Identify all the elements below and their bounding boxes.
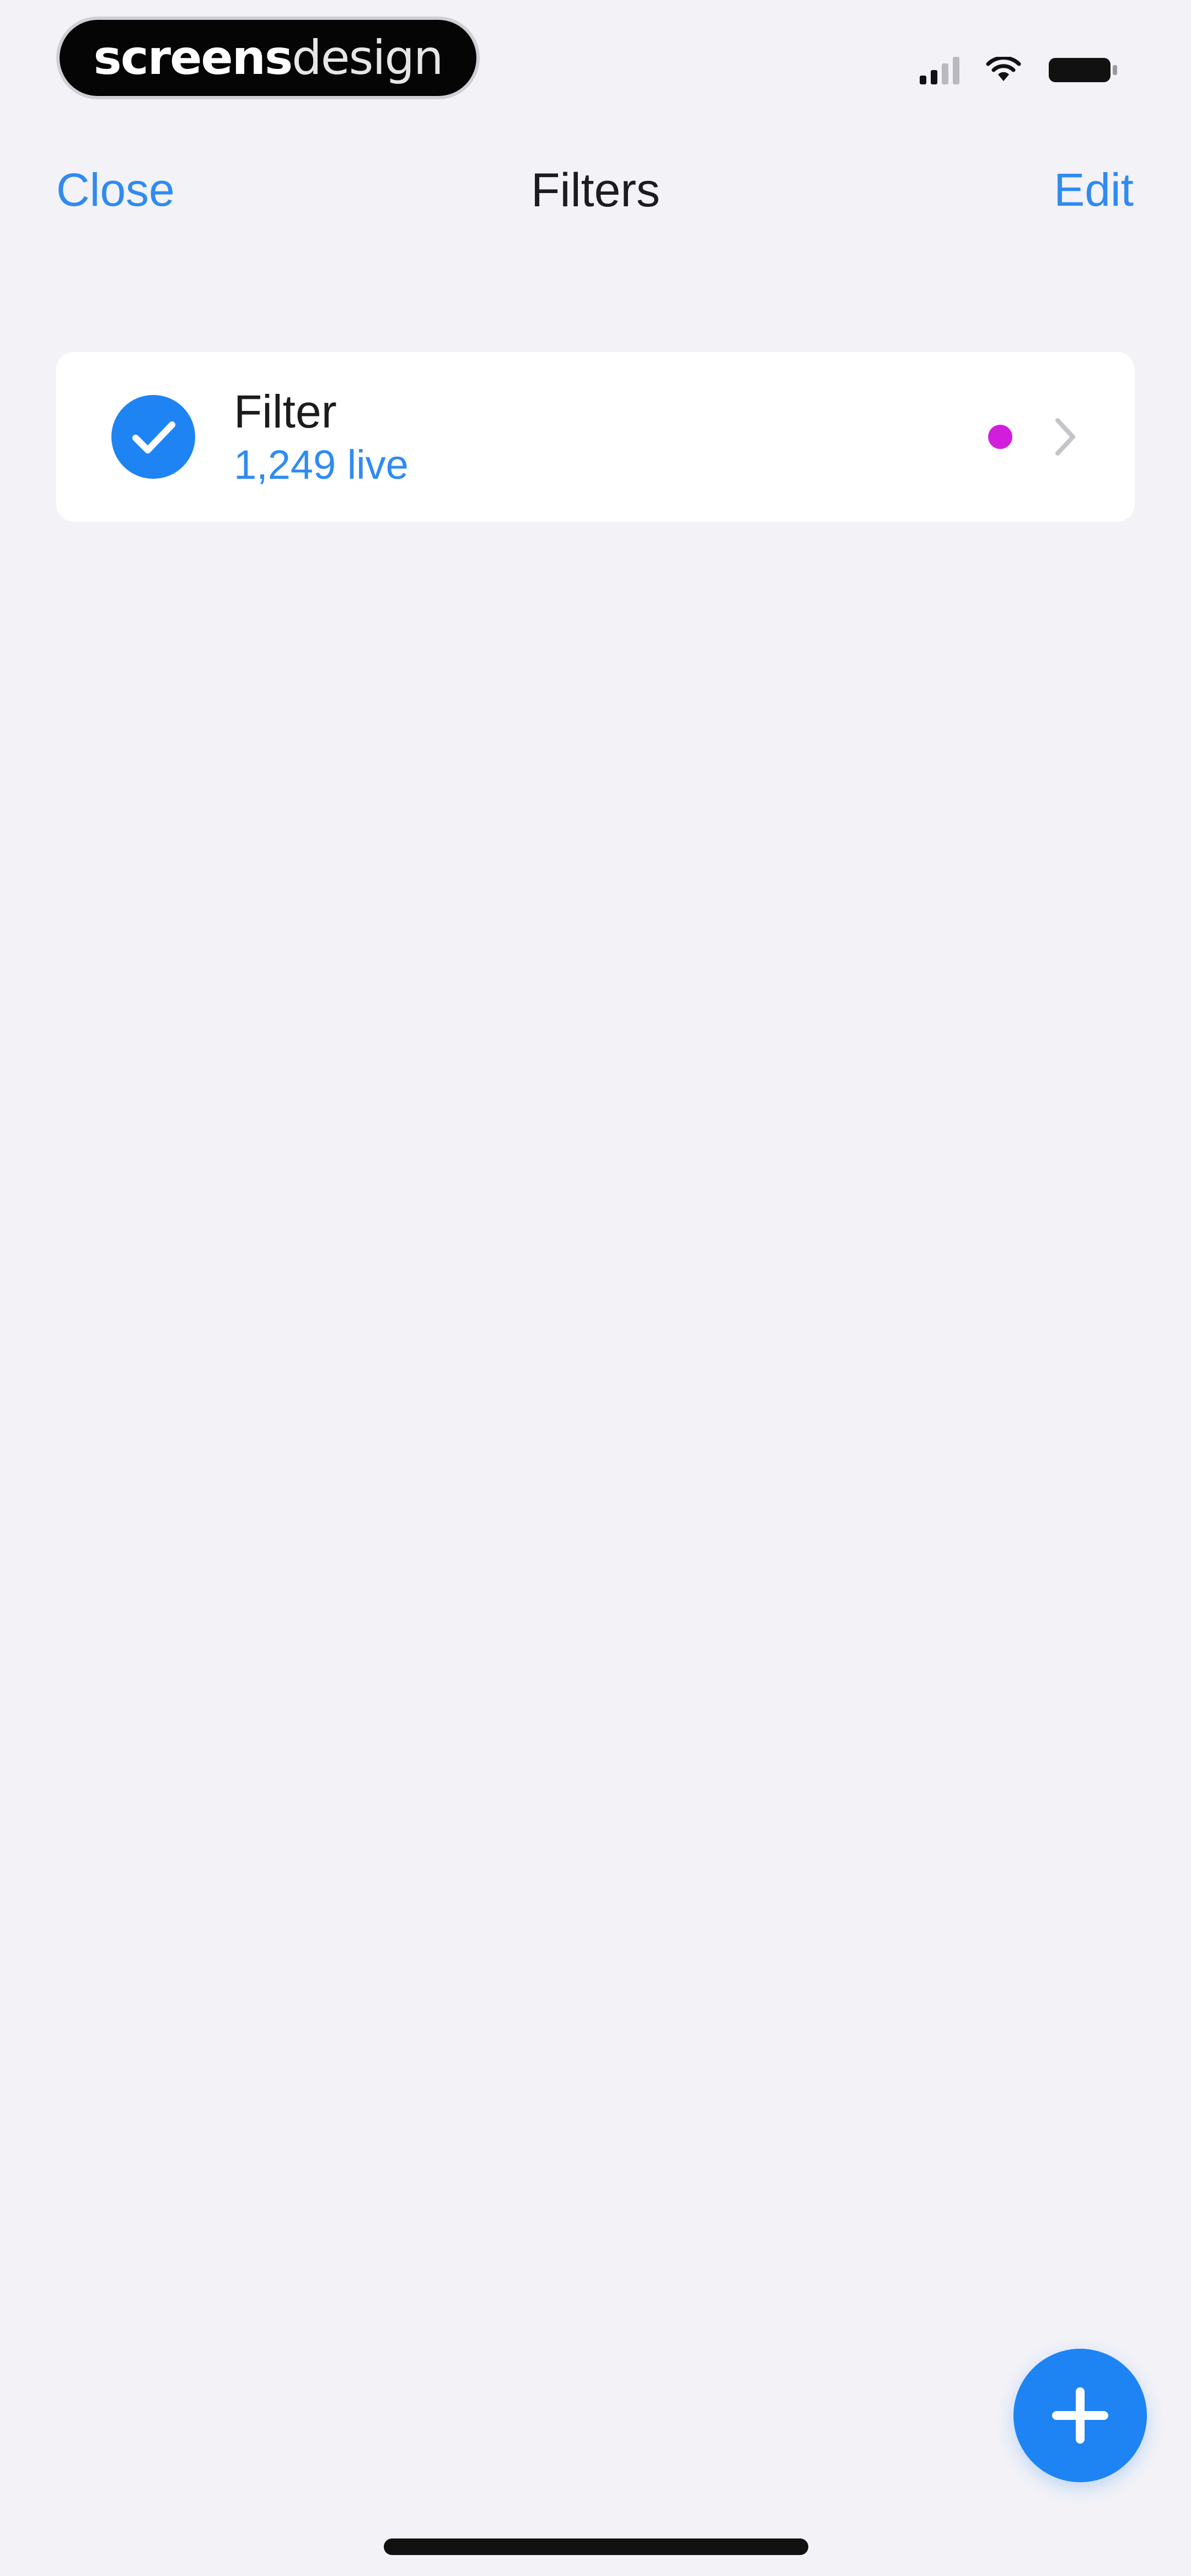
- cellular-signal-icon: [920, 56, 959, 84]
- filter-name: Filter: [234, 386, 337, 437]
- filters-screen: screensdesign Close Filters Edit Filter …: [0, 0, 1191, 2576]
- chevron-right-icon: [1053, 416, 1077, 458]
- edit-button[interactable]: Edit: [1054, 167, 1134, 213]
- navigation-bar: Close Filters Edit: [0, 154, 1191, 232]
- battery-icon: [1048, 56, 1119, 84]
- brand-logo-bold: screens: [93, 30, 293, 85]
- wifi-icon: [986, 57, 1021, 83]
- checkmark-circle-icon[interactable]: [110, 394, 196, 480]
- filter-live-count: 1,249 live: [234, 442, 409, 488]
- brand-logo-light: design: [292, 30, 443, 85]
- status-bar: screensdesign: [0, 0, 1191, 110]
- add-filter-button[interactable]: [1013, 2349, 1147, 2482]
- filter-color-dot: [988, 425, 1012, 449]
- brand-logo-text: screensdesign: [94, 34, 444, 82]
- status-icons: [920, 51, 1119, 89]
- page-title: Filters: [530, 164, 661, 217]
- brand-badge: screensdesign: [60, 20, 476, 96]
- home-indicator[interactable]: [384, 2538, 808, 2555]
- plus-icon: [1052, 2387, 1108, 2444]
- filter-list-item[interactable]: Filter 1,249 live: [56, 352, 1135, 522]
